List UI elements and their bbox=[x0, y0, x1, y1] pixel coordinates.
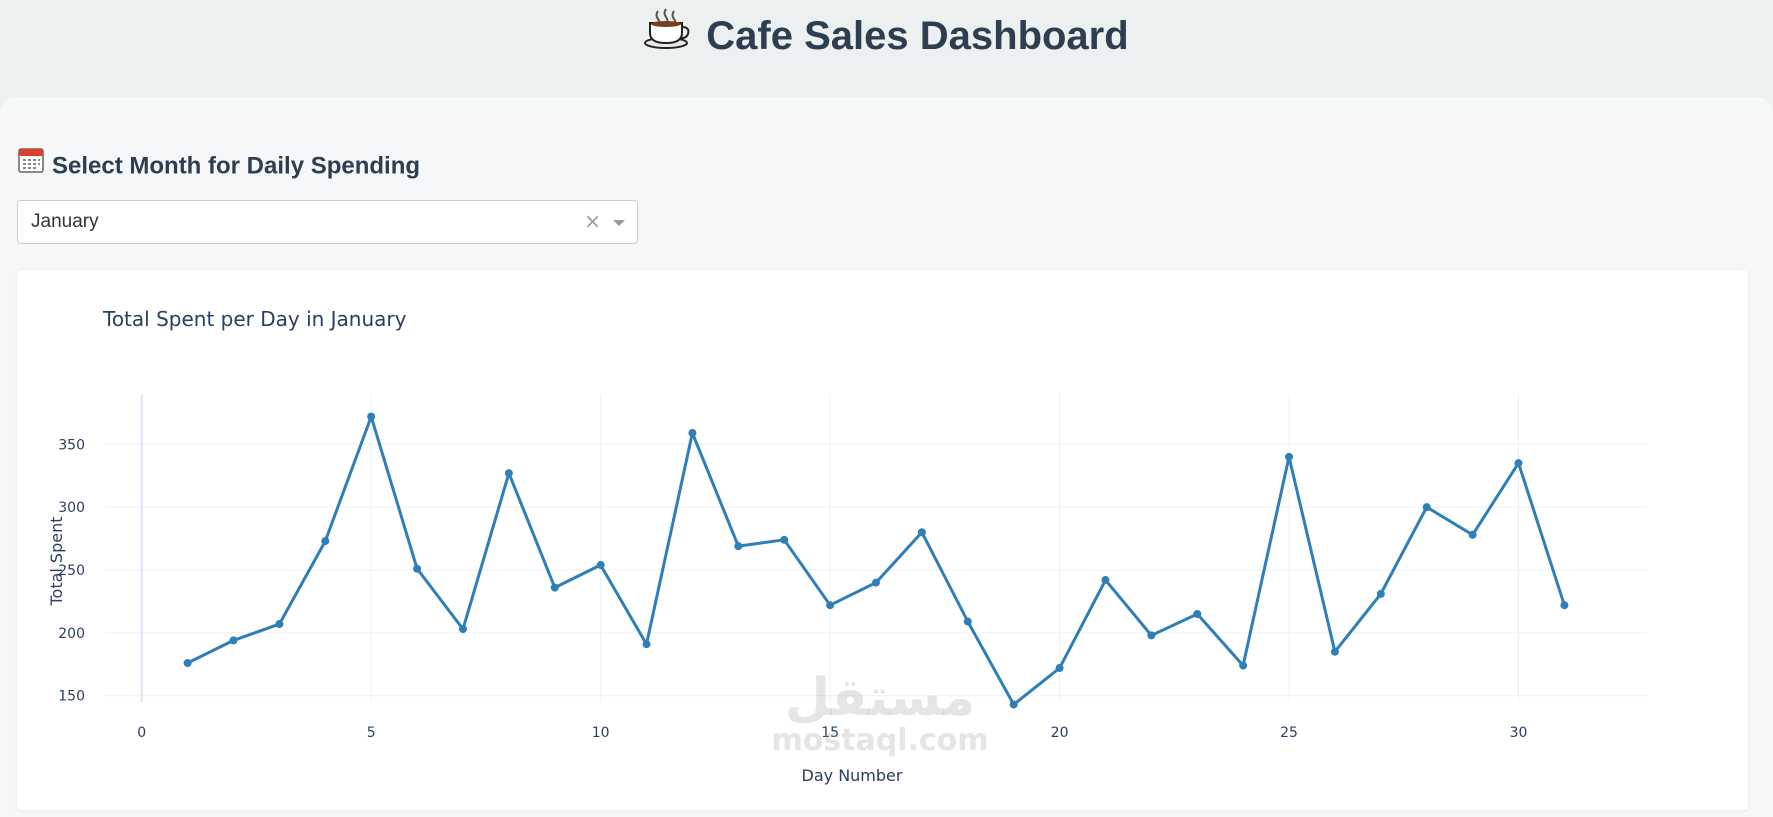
chart-title: Total Spent per Day in January bbox=[102, 307, 407, 331]
month-dropdown[interactable]: January × bbox=[17, 200, 638, 244]
x-tick-label: 15 bbox=[821, 725, 839, 741]
x-tick-label: 0 bbox=[137, 725, 146, 741]
y-tick-label: 350 bbox=[58, 437, 85, 453]
month-select-label-text: Select Month for Daily Spending bbox=[52, 152, 421, 180]
y-tick-label: 150 bbox=[58, 689, 85, 705]
data-point bbox=[596, 560, 605, 569]
clear-icon[interactable]: × bbox=[584, 201, 601, 241]
data-point bbox=[826, 601, 835, 610]
data-point bbox=[688, 428, 697, 437]
data-point bbox=[1147, 631, 1156, 640]
x-tick-label: 5 bbox=[367, 725, 376, 741]
header: Cafe Sales Dashboard bbox=[0, 0, 1773, 96]
data-point bbox=[1101, 576, 1110, 585]
data-point bbox=[229, 636, 238, 645]
series-line bbox=[186, 415, 1566, 706]
data-point bbox=[734, 542, 743, 551]
data-point bbox=[183, 659, 192, 668]
data-point bbox=[917, 528, 926, 537]
data-point bbox=[1055, 664, 1064, 673]
data-point bbox=[1376, 589, 1385, 598]
data-point bbox=[1514, 459, 1523, 468]
x-tick-label: 10 bbox=[592, 725, 610, 741]
month-dropdown-value: January bbox=[31, 211, 99, 232]
data-point bbox=[321, 537, 330, 546]
data-point bbox=[1330, 647, 1339, 656]
month-select-label: Select Month for Daily Spending bbox=[18, 147, 421, 184]
data-point bbox=[458, 625, 467, 634]
data-point bbox=[1468, 530, 1477, 539]
data-point bbox=[275, 620, 284, 629]
data-point bbox=[550, 583, 559, 592]
data-point bbox=[1285, 452, 1294, 461]
calendar-icon bbox=[18, 147, 44, 181]
y-tick-label: 200 bbox=[58, 626, 85, 642]
page-title: Cafe Sales Dashboard bbox=[0, 7, 1773, 66]
data-point bbox=[504, 469, 513, 478]
y-tick-label: 300 bbox=[58, 500, 85, 516]
daily-spending-chart: Total Spent per Day in January1502002503… bbox=[47, 307, 1647, 785]
data-point bbox=[1560, 601, 1569, 610]
x-tick-label: 20 bbox=[1051, 725, 1069, 741]
x-axis-title: Day Number bbox=[802, 766, 903, 785]
x-tick-label: 30 bbox=[1510, 725, 1528, 741]
data-point bbox=[1422, 503, 1431, 512]
data-point bbox=[872, 578, 880, 587]
data-point bbox=[1193, 610, 1202, 618]
data-point bbox=[367, 412, 376, 421]
chevron-down-icon[interactable] bbox=[613, 220, 625, 226]
data-point bbox=[780, 535, 789, 544]
chart-card: Total Spent per Day in January 150 200 250 3… bbox=[17, 270, 1748, 810]
data-point bbox=[642, 640, 651, 649]
data-point bbox=[1239, 661, 1248, 670]
y-axis-title: Total Spent bbox=[47, 516, 66, 606]
page-title-text: Cafe Sales Dashboard bbox=[706, 14, 1129, 58]
data-point bbox=[1009, 700, 1018, 709]
data-point bbox=[413, 564, 422, 573]
data-point bbox=[963, 617, 972, 626]
coffee-cup-icon bbox=[644, 7, 692, 62]
x-tick-label: 25 bbox=[1280, 725, 1298, 741]
